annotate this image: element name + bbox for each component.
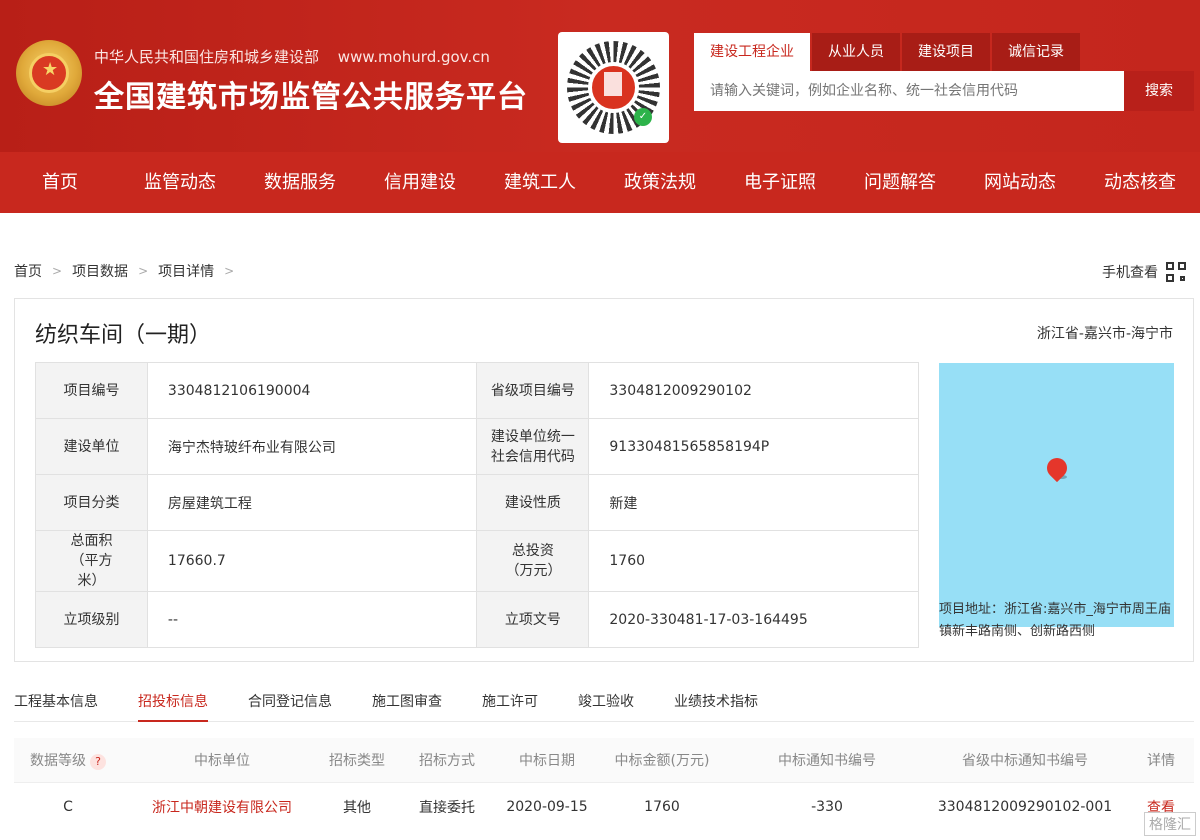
field-value: 17660.7	[146, 530, 478, 592]
project-card: 纺织车间（一期） 浙江省-嘉兴市-海宁市 项目编号 33048121061900…	[14, 298, 1194, 662]
search-tab-credit[interactable]: 诚信记录	[992, 33, 1080, 71]
cell-method: 直接委托	[419, 800, 475, 817]
cell-notice-no: -330	[811, 799, 843, 816]
field-value: 3304812009290102	[588, 362, 919, 419]
breadcrumb-project-data[interactable]: 项目数据	[72, 261, 128, 281]
bid-table: 数据等级? 中标单位 招标类型 招标方式 中标日期 中标金额(万元) 中标通知书…	[14, 738, 1194, 832]
field-value: 海宁杰特玻纤布业有限公司	[146, 418, 478, 475]
table-row: 总面积（平方米） 17660.7 总投资（万元） 1760	[35, 530, 919, 592]
cell-date: 2020-09-15	[506, 799, 588, 816]
project-title: 纺织车间（一期）	[35, 323, 212, 348]
table-row: 建设单位 海宁杰特玻纤布业有限公司 建设单位统一社会信用代码 913304815…	[35, 418, 919, 475]
col-header: 数据等级?	[14, 738, 122, 783]
col-header: 中标通知书编号	[732, 738, 922, 783]
field-value: 3304812106190004	[146, 362, 478, 419]
nav-item-policy[interactable]: 政策法规	[600, 152, 720, 213]
col-header: 中标金额(万元)	[592, 738, 732, 783]
col-header: 中标单位	[122, 738, 322, 783]
search-input[interactable]	[694, 71, 1124, 111]
breadcrumb-project-detail: 项目详情	[158, 264, 215, 280]
nav-item-verification[interactable]: 动态核查	[1080, 152, 1200, 213]
field-value: 房屋建筑工程	[146, 474, 478, 531]
project-info-table: 项目编号 3304812106190004 省级项目编号 33048120092…	[35, 362, 919, 648]
tab-basic-info[interactable]: 工程基本信息	[14, 686, 98, 722]
miniprogram-qr-icon: ✓	[558, 32, 669, 143]
table-row: 项目分类 房屋建筑工程 建设性质 新建	[35, 474, 919, 531]
field-value: 2020-330481-17-03-164495	[588, 591, 919, 648]
map-pin-icon[interactable]	[1042, 453, 1072, 483]
field-value: 新建	[588, 474, 919, 531]
field-label: 项目编号	[35, 362, 148, 419]
detail-subtabs: 工程基本信息 招投标信息 合同登记信息 施工图审查 施工许可 竣工验收 业绩技术…	[14, 686, 1194, 722]
field-value: 1760	[588, 530, 919, 592]
project-location: 浙江省-嘉兴市-海宁市	[1036, 326, 1173, 342]
field-label: 项目分类	[35, 474, 148, 531]
ministry-url[interactable]: www.mohurd.gov.cn	[338, 48, 490, 66]
chevron-right-icon: >	[138, 264, 149, 278]
tab-drawing-review[interactable]: 施工图审查	[372, 686, 442, 722]
field-label: 立项文号	[476, 591, 590, 648]
nav-item-regulation-news[interactable]: 监管动态	[120, 152, 240, 213]
col-header: 中标日期	[502, 738, 592, 783]
nav-item-workers[interactable]: 建筑工人	[480, 152, 600, 213]
project-address: 项目地址：浙江省:嘉兴市_海宁市周王庙镇新丰路南侧、创新路西侧	[939, 602, 1171, 639]
search-tab-personnel[interactable]: 从业人员	[812, 33, 900, 71]
search-tab-project[interactable]: 建设项目	[902, 33, 990, 71]
col-header: 详情	[1128, 738, 1194, 783]
tab-bidding[interactable]: 招投标信息	[138, 686, 208, 722]
tab-contract[interactable]: 合同登记信息	[248, 686, 332, 722]
main-nav: 首页 监管动态 数据服务 信用建设 建筑工人 政策法规 电子证照 问题解答 网站…	[0, 152, 1200, 213]
table-row: 立项级别 -- 立项文号 2020-330481-17-03-164495	[35, 591, 919, 648]
winner-link[interactable]: 浙江中朝建设有限公司	[122, 782, 322, 832]
col-header: 招标方式	[392, 738, 502, 783]
nav-item-site-news[interactable]: 网站动态	[960, 152, 1080, 213]
search-tab-company[interactable]: 建设工程企业	[694, 33, 810, 71]
tab-construction-permit[interactable]: 施工许可	[482, 686, 538, 722]
col-header: 省级中标通知书编号	[922, 738, 1128, 783]
nav-item-data-service[interactable]: 数据服务	[240, 152, 360, 213]
table-row: 项目编号 3304812106190004 省级项目编号 33048120092…	[35, 362, 919, 419]
help-icon[interactable]: ?	[90, 753, 106, 770]
mobile-view-label: 手机查看	[1102, 265, 1158, 281]
search-button[interactable]: 搜索	[1124, 71, 1194, 111]
nav-item-e-license[interactable]: 电子证照	[720, 152, 840, 213]
tab-completion[interactable]: 竣工验收	[578, 686, 634, 722]
nav-item-home[interactable]: 首页	[0, 152, 120, 213]
watermark-logo: 格隆汇	[1144, 812, 1196, 836]
site-header: 中华人民共和国住房和城乡建设部 www.mohurd.gov.cn 全国建筑市场…	[0, 0, 1200, 213]
cell-level: C	[63, 799, 73, 816]
field-label: 建设单位统一社会信用代码	[476, 418, 590, 475]
chevron-right-icon: >	[224, 264, 235, 278]
ministry-line: 中华人民共和国住房和城乡建设部 www.mohurd.gov.cn	[94, 46, 490, 67]
ministry-name: 中华人民共和国住房和城乡建设部	[94, 48, 320, 66]
cell-amount: 1760	[644, 799, 680, 816]
search-tabs: 建设工程企业 从业人员 建设项目 诚信记录	[694, 33, 1082, 71]
col-header: 招标类型	[322, 738, 392, 783]
field-label: 建设单位	[35, 418, 148, 475]
nav-item-faq[interactable]: 问题解答	[840, 152, 960, 213]
breadcrumb: 首页 > 项目数据 > 项目详情 >	[14, 261, 244, 281]
field-label: 立项级别	[35, 591, 148, 648]
field-label: 建设性质	[476, 474, 590, 531]
nav-item-credit[interactable]: 信用建设	[360, 152, 480, 213]
cell-type: 其他	[343, 800, 371, 817]
field-label: 总投资（万元）	[476, 530, 590, 592]
field-label: 省级项目编号	[476, 362, 590, 419]
field-label: 总面积（平方米）	[35, 530, 148, 592]
mobile-view-link[interactable]: 手机查看	[1102, 262, 1186, 282]
national-emblem-icon	[16, 40, 82, 106]
cell-prov-notice-no: 3304812009290102-001	[937, 799, 1113, 816]
field-value: --	[146, 591, 478, 648]
tab-performance[interactable]: 业绩技术指标	[674, 686, 758, 722]
platform-title[interactable]: 全国建筑市场监管公共服务平台	[94, 72, 528, 116]
table-header-row: 数据等级? 中标单位 招标类型 招标方式 中标日期 中标金额(万元) 中标通知书…	[14, 738, 1194, 783]
chevron-right-icon: >	[52, 264, 63, 278]
field-value: 91330481565858194P	[588, 418, 919, 475]
table-row: C 浙江中朝建设有限公司 其他 直接委托 2020-09-15 1760 -33…	[14, 782, 1194, 832]
project-map[interactable]	[939, 363, 1174, 627]
qrcode-icon[interactable]	[1166, 262, 1186, 282]
breadcrumb-home[interactable]: 首页	[14, 261, 42, 281]
